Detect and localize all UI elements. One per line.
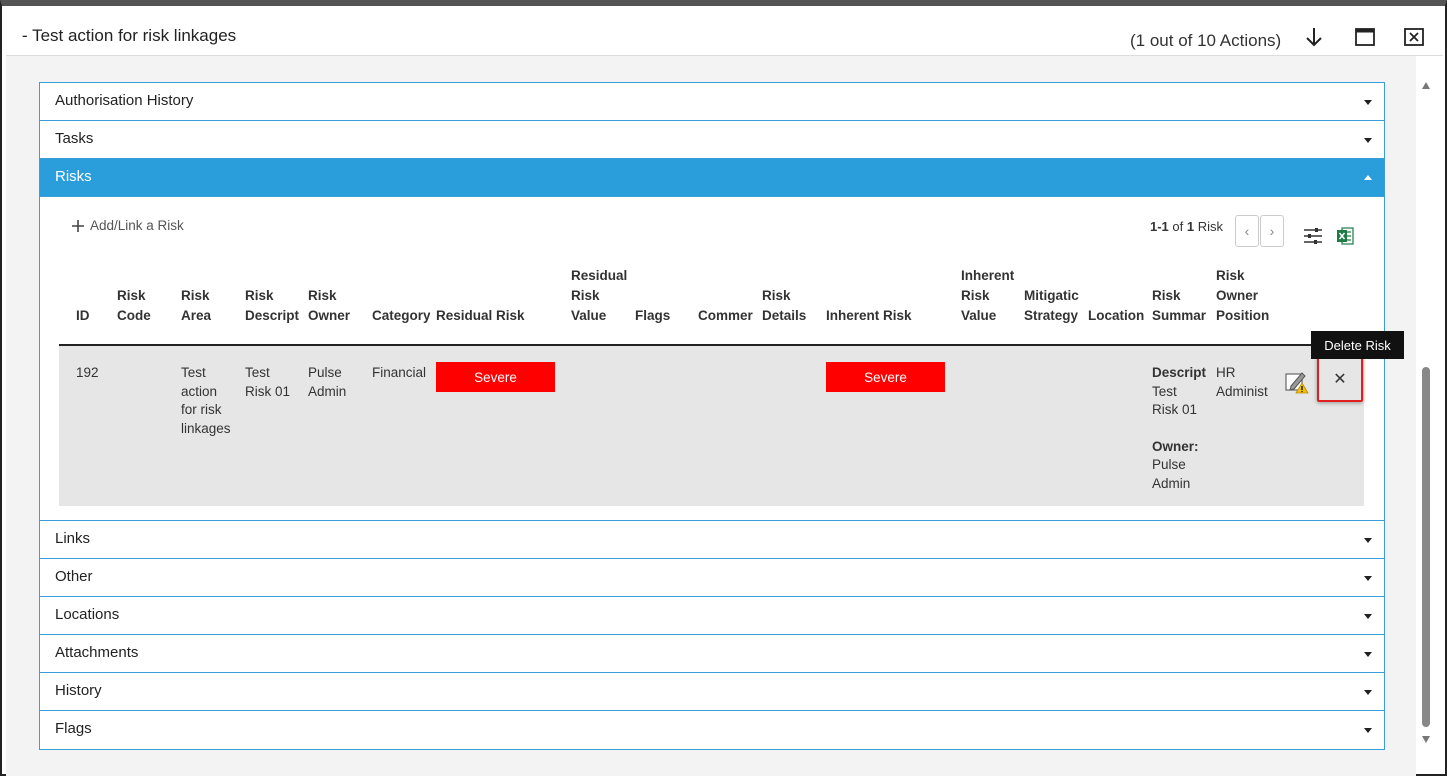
col-residual-risk-value[interactable]: Residual Risk Value: [571, 266, 629, 326]
section-attachments[interactable]: Attachments: [40, 635, 1384, 673]
title-bar: - Test action for risk linkages (1 out o…: [6, 14, 1443, 56]
close-icon: ✕: [1333, 371, 1347, 388]
section-risks[interactable]: Risks: [40, 159, 1384, 197]
cell-risk-owner: Pulse Admin: [308, 365, 347, 399]
cell-risk-owner-position: HR Administ: [1216, 365, 1268, 399]
section-label: Links: [55, 530, 91, 547]
section-label: Locations: [55, 606, 120, 623]
inherent-risk-badge: Severe: [826, 362, 945, 392]
next-action-button[interactable]: [1302, 26, 1326, 48]
close-window-button[interactable]: [1402, 26, 1426, 48]
table-header: ID Risk Code Risk Area Risk Descript Ris…: [59, 252, 1364, 346]
cell-risk-area: Test action for risk linkages: [181, 365, 231, 436]
arrow-down-icon: [1306, 28, 1322, 47]
delete-risk-tooltip: Delete Risk: [1311, 331, 1404, 359]
caret-down-icon: [1364, 576, 1372, 581]
section-label: Authorisation History: [55, 92, 194, 109]
risks-table: ID Risk Code Risk Area Risk Descript Ris…: [59, 252, 1404, 506]
section-locations[interactable]: Locations: [40, 597, 1384, 635]
caret-down-icon: [1364, 690, 1372, 695]
col-mitigation-strategy[interactable]: Mitigatic Strategy: [1024, 286, 1082, 326]
col-risk-owner-position[interactable]: Risk Owner Position: [1216, 266, 1276, 326]
cell-id: 192: [76, 365, 99, 380]
section-history[interactable]: History: [40, 673, 1384, 711]
caret-down-icon: [1364, 614, 1372, 619]
cell-risk-summary: Descript Test Risk 01 Owner: Pulse Admin: [1152, 364, 1212, 493]
col-risk-owner[interactable]: Risk Owner: [308, 286, 366, 326]
col-category[interactable]: Category: [372, 306, 430, 326]
chevron-left-icon: ‹: [1244, 223, 1250, 239]
window-title: - Test action for risk linkages: [22, 26, 237, 45]
scrollbar-thumb[interactable]: [1422, 367, 1430, 727]
col-inherent-risk-value[interactable]: Inherent Risk Value: [961, 266, 1019, 326]
risks-panel-body: Add/Link a Risk 1-1 of 1 Risk ‹ › ID Ris…: [40, 197, 1404, 521]
summary-owner-label: Owner:: [1152, 438, 1199, 454]
scroll-down-arrow-icon[interactable]: [1422, 736, 1430, 743]
col-risk-description[interactable]: Risk Descript: [245, 286, 302, 326]
pager-unit: Risk: [1197, 219, 1224, 234]
chevron-right-icon: ›: [1269, 223, 1275, 239]
summary-description-label: Descript: [1152, 365, 1207, 380]
col-risk-code[interactable]: Risk Code: [117, 286, 177, 326]
close-icon: [1404, 28, 1424, 46]
col-risk-details[interactable]: Risk Details: [762, 286, 820, 326]
scroll-up-arrow-icon[interactable]: [1422, 82, 1430, 89]
cell-category: Financial: [372, 365, 427, 380]
add-link-risk-button[interactable]: Add/Link a Risk: [72, 218, 184, 233]
modal-window: - Test action for risk linkages (1 out o…: [0, 0, 1447, 776]
accordion: Authorisation History Tasks Risks Add/Li…: [39, 82, 1404, 750]
section-label: Flags: [55, 720, 92, 737]
col-flags[interactable]: Flags: [635, 306, 693, 326]
section-label: Tasks: [55, 130, 94, 147]
maximize-icon: [1355, 28, 1375, 46]
col-comments[interactable]: Commer: [698, 306, 755, 326]
residual-risk-badge: Severe: [436, 362, 555, 392]
action-counter: (1 out of 10 Actions): [1130, 31, 1282, 50]
section-authorisation-history[interactable]: Authorisation History: [40, 83, 1384, 121]
next-page-button[interactable]: ›: [1260, 215, 1284, 247]
col-id[interactable]: ID: [76, 306, 116, 326]
caret-down-icon: [1364, 652, 1372, 657]
plus-icon: [72, 219, 84, 232]
section-label: Other: [55, 568, 93, 585]
section-label: Attachments: [55, 644, 139, 661]
pager-range: 1-1: [1150, 219, 1169, 234]
caret-down-icon: [1364, 138, 1372, 143]
section-label: Risks: [55, 168, 92, 185]
cell-risk-description: Test Risk 01: [245, 365, 291, 399]
caret-up-icon: [1364, 175, 1372, 180]
section-links[interactable]: Links: [40, 521, 1384, 559]
summary-owner-value: Pulse Admin: [1152, 457, 1191, 491]
pager-total: 1: [1186, 219, 1195, 234]
column-settings-button[interactable]: [1302, 225, 1324, 247]
col-risk-summary[interactable]: Risk Summar: [1152, 286, 1209, 326]
section-flags[interactable]: Flags: [40, 711, 1384, 749]
col-residual-risk[interactable]: Residual Risk: [436, 306, 561, 326]
vertical-scrollbar[interactable]: [1416, 62, 1440, 752]
section-tasks[interactable]: Tasks: [40, 121, 1384, 159]
caret-down-icon: [1364, 538, 1372, 543]
caret-down-icon: [1364, 100, 1372, 105]
caret-down-icon: [1364, 728, 1372, 733]
export-excel-button[interactable]: [1334, 225, 1356, 247]
edit-warning-icon: [1285, 372, 1309, 394]
summary-description-value: Test Risk 01: [1152, 383, 1198, 418]
content-area: Authorisation History Tasks Risks Add/Li…: [6, 56, 1416, 776]
sliders-icon: [1304, 228, 1322, 244]
section-other[interactable]: Other: [40, 559, 1384, 597]
delete-risk-button[interactable]: ✕: [1317, 356, 1363, 402]
add-link-risk-label: Add/Link a Risk: [90, 218, 184, 233]
col-location[interactable]: Location: [1088, 306, 1146, 326]
summary-spacer: [1152, 420, 1212, 438]
excel-icon: [1337, 227, 1354, 245]
section-label: History: [55, 682, 102, 699]
maximize-button[interactable]: [1353, 26, 1377, 48]
pager-of: of: [1172, 219, 1184, 234]
pager-summary: 1-1 of 1 Risk: [1150, 219, 1223, 234]
edit-risk-button[interactable]: [1285, 370, 1309, 394]
prev-page-button[interactable]: ‹: [1235, 215, 1259, 247]
col-risk-area[interactable]: Risk Area: [181, 286, 241, 326]
col-inherent-risk[interactable]: Inherent Risk: [826, 306, 951, 326]
